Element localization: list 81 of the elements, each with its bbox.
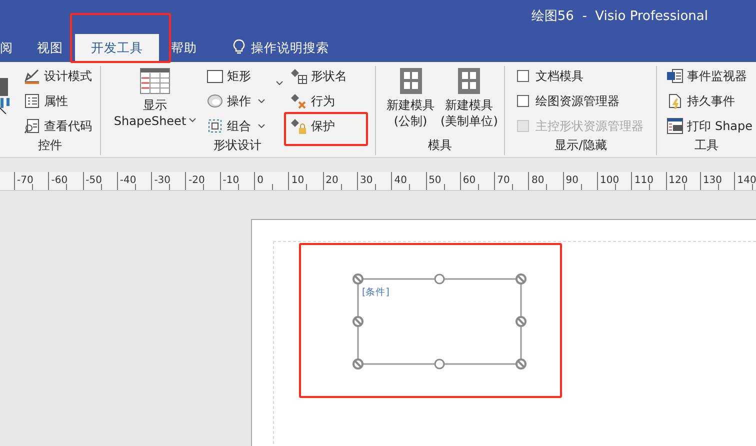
diamond-cross-icon [291, 93, 308, 109]
group-label: 形状设计 [214, 137, 262, 154]
locked-handle-icon[interactable] [352, 274, 364, 284]
ruler-label: 20 [324, 174, 338, 188]
ribbon-tab[interactable]: 视图 [25, 34, 75, 62]
blob-shapes-icon [207, 93, 224, 109]
group-icon [207, 118, 224, 134]
ribbon-tab[interactable]: 阅 [0, 34, 25, 62]
ruler-label: -20 [187, 174, 205, 188]
ruler-label: 40 [393, 174, 407, 188]
checkbox[interactable] [517, 95, 530, 107]
tell-me-search[interactable]: 操作说明搜索 [251, 34, 329, 62]
view-code-icon [24, 118, 40, 134]
ribbon-command[interactable]: 操作 [205, 91, 268, 111]
locked-handle-icon[interactable] [352, 358, 364, 370]
ruler-label: -70 [16, 174, 34, 188]
ribbon-command[interactable]: 持久事件 [665, 91, 755, 111]
ribbon-tab[interactable]: 开发工具 [75, 34, 159, 62]
ribbon-command[interactable]: 保护 [289, 116, 350, 136]
ribbon-command[interactable]: 事件监视器 [665, 66, 755, 86]
group-label: 控件 [38, 137, 62, 154]
ruler-label: 30 [358, 174, 373, 188]
ruler-label: -60 [50, 174, 68, 188]
window-grid-icon [458, 68, 480, 94]
ruler-label: 90 [564, 174, 578, 188]
locked-handle-icon[interactable] [516, 316, 526, 327]
ruler-label: 70 [496, 174, 510, 188]
checkbox[interactable] [517, 70, 530, 82]
properties-icon [24, 93, 40, 109]
ruler-label: -40 [118, 174, 136, 188]
locked-handle-icon[interactable] [352, 316, 364, 327]
new-stencil-button[interactable]: 新建模具 (公制) [384, 66, 438, 137]
design-pencil-icon [24, 68, 40, 84]
ribbon-command[interactable]: 组合 [205, 116, 268, 136]
ruler-label: -30 [153, 174, 171, 188]
diamond-lock-icon [291, 118, 308, 134]
locked-handle-icon[interactable] [516, 358, 526, 370]
shape-text: [条件] [362, 287, 390, 298]
ribbon-command[interactable]: 形状名 [289, 66, 350, 86]
locked-handle-icon[interactable] [516, 274, 526, 284]
ribbon-command[interactable]: 行为 [289, 91, 350, 111]
ribbon-tab[interactable]: 帮助 [159, 34, 209, 62]
resize-handle[interactable] [434, 274, 445, 284]
checkbox-label: 文档模具 [535, 68, 584, 84]
selected-rectangle-shape[interactable] [357, 278, 522, 365]
checkbox-label: 绘图资源管理器 [535, 92, 620, 110]
document-lightning-icon [667, 93, 684, 109]
ruler-label: 10 [290, 174, 304, 188]
ribbon-command[interactable]: 属性 [22, 91, 94, 111]
show-shapesheet-button[interactable]: 显示 ShapeSheet [110, 66, 200, 137]
ruler-label: 60 [462, 174, 476, 188]
ruler-label: 80 [530, 174, 544, 188]
ruler-label: 140 [736, 174, 756, 188]
ruler-label: 110 [633, 174, 654, 188]
window-title: 绘图56 - Visio Professional [531, 8, 708, 25]
group-label: 显示/隐藏 [554, 137, 607, 154]
ruler-label: 0 [256, 174, 264, 188]
ribbon-command[interactable]: 矩形 [205, 66, 268, 86]
ruler-label: 120 [668, 174, 688, 188]
new-stencil-button[interactable]: 新建模具 (美制单位) [438, 66, 501, 137]
diamond-grid-icon [291, 68, 308, 84]
ruler-label: -50 [84, 174, 102, 188]
resize-handle[interactable] [434, 358, 445, 370]
ruler-label: 100 [599, 174, 620, 188]
ribbon-command[interactable]: 打印 Shape [665, 116, 755, 136]
ruler-label: 50 [428, 174, 442, 188]
rectangle-icon [207, 70, 224, 82]
group-label: 模具 [428, 137, 452, 154]
caret-icon [189, 118, 196, 122]
group-label: 工具 [694, 137, 719, 154]
spreadsheet-icon [140, 68, 170, 94]
printer-icon [667, 118, 684, 134]
checkbox-label: 主控形状资源管理器 [535, 118, 644, 134]
ribbon-command[interactable]: 设计模式 [22, 66, 94, 86]
document-v-icon [667, 68, 684, 84]
lightbulb-icon [233, 39, 245, 55]
window-grid-icon [400, 68, 422, 94]
caret-icon [276, 81, 284, 85]
ruler-label: -10 [222, 174, 240, 188]
ruler-label: 130 [702, 174, 722, 188]
ribbon-command[interactable]: 查看代码 [22, 116, 94, 136]
